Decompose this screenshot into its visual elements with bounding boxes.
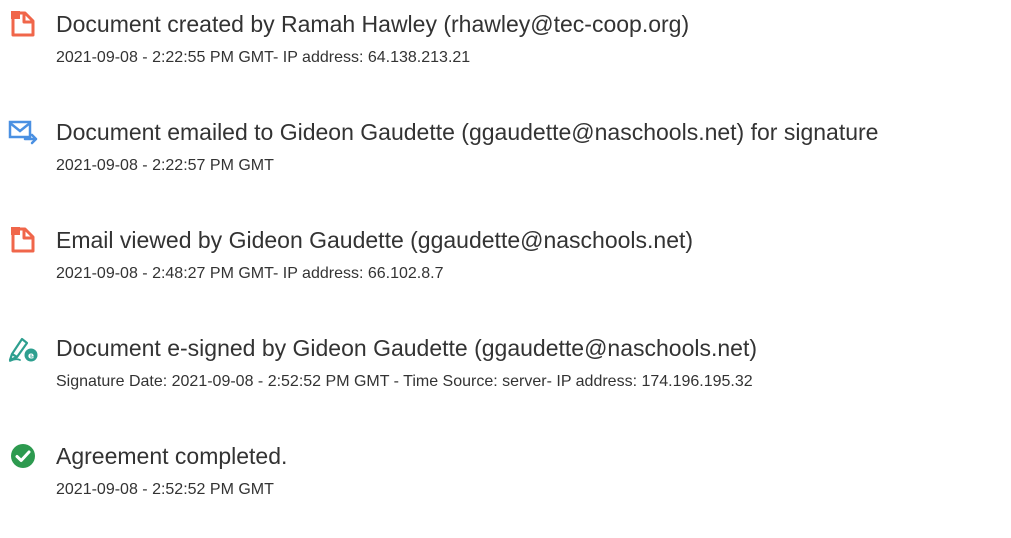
event-detail: 2021-09-08 - 2:52:52 PM GMT <box>56 481 274 498</box>
event-detail: 2021-09-08 - 2:22:55 PM GMT- IP address:… <box>56 49 471 66</box>
document-icon <box>8 225 38 255</box>
check-circle-icon <box>8 441 38 471</box>
audit-event-document-created: Document created by Ramah Hawley (rhawle… <box>8 6 1008 68</box>
audit-event-email-viewed: Email viewed by Gideon Gaudette (ggaudet… <box>8 222 1008 284</box>
event-header: e Document e-signed by Gideon Gaudette (… <box>8 330 1008 366</box>
event-detail: 2021-09-08 - 2:22:57 PM GMT <box>56 157 274 174</box>
event-title: Email viewed by Gideon Gaudette (ggaudet… <box>56 227 694 253</box>
event-header: Email viewed by Gideon Gaudette (ggaudet… <box>8 222 1008 258</box>
document-icon <box>8 9 38 39</box>
audit-event-agreement-completed: Agreement completed. 2021-09-08 - 2:52:5… <box>8 438 1008 500</box>
event-header: Document emailed to Gideon Gaudette (gga… <box>8 114 1008 150</box>
event-title: Document created by Ramah Hawley (rhawle… <box>56 11 690 37</box>
event-title: Document emailed to Gideon Gaudette (gga… <box>56 119 879 145</box>
event-header: Document created by Ramah Hawley (rhawle… <box>8 6 1008 42</box>
svg-text:e: e <box>28 352 34 362</box>
audit-event-document-signed: e Document e-signed by Gideon Gaudette (… <box>8 330 1008 392</box>
e-sign-pen-icon: e <box>8 333 38 363</box>
event-detail: Signature Date: 2021-09-08 - 2:52:52 PM … <box>56 373 753 390</box>
event-header: Agreement completed. <box>8 438 1008 474</box>
audit-event-document-emailed: Document emailed to Gideon Gaudette (gga… <box>8 114 1008 176</box>
event-title: Agreement completed. <box>56 443 288 469</box>
email-send-icon <box>8 117 38 147</box>
event-title: Document e-signed by Gideon Gaudette (gg… <box>56 335 758 361</box>
event-detail: 2021-09-08 - 2:48:27 PM GMT- IP address:… <box>56 265 444 282</box>
